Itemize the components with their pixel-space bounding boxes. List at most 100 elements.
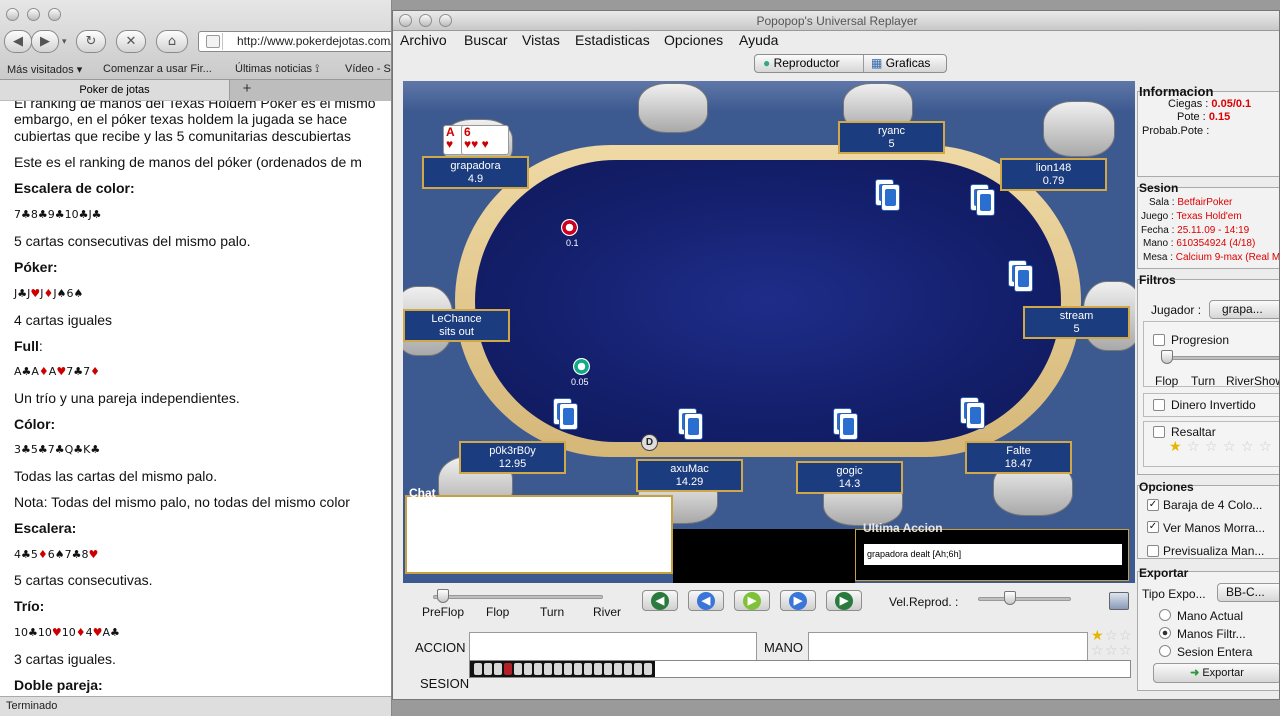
speed-slider-knob[interactable]: [1004, 591, 1016, 605]
session-hand-marker[interactable]: [624, 663, 632, 675]
close-window-button[interactable]: [6, 8, 19, 21]
session-hand-marker[interactable]: [584, 663, 592, 675]
home-icon[interactable]: ⌂: [156, 30, 188, 53]
exportar-button[interactable]: ➜ Exportar: [1153, 663, 1279, 683]
previous-button[interactable]: ◀: [688, 590, 724, 611]
bookmark-video[interactable]: Vídeo - S: [345, 63, 391, 75]
last-hand-button[interactable]: ▶: [826, 590, 862, 611]
seat-lion148[interactable]: lion148 0.79: [1000, 158, 1107, 191]
dinero-checkbox[interactable]: [1153, 399, 1165, 411]
menu-archivo[interactable]: Archivo: [400, 32, 447, 48]
star-icon[interactable]: ☆: [1223, 439, 1236, 455]
menu-ayuda[interactable]: Ayuda: [739, 32, 778, 48]
session-hand-marker[interactable]: [494, 663, 502, 675]
prog-stage-rivershow[interactable]: RiverShow: [1226, 374, 1279, 388]
menu-vistas[interactable]: Vistas: [522, 32, 560, 48]
seat-falte[interactable]: Falte 18.47: [965, 441, 1072, 474]
first-hand-button[interactable]: ◀: [642, 590, 678, 611]
session-hand-marker[interactable]: [554, 663, 562, 675]
menu-estadisticas[interactable]: Estadisticas: [575, 32, 650, 48]
star-icon[interactable]: ☆: [1105, 643, 1118, 659]
star-icon[interactable]: ☆: [1241, 439, 1254, 455]
minimize-window-button[interactable]: [419, 14, 432, 27]
resaltar-checkbox[interactable]: [1153, 426, 1165, 438]
minimize-window-button[interactable]: [27, 8, 40, 21]
session-hand-marker[interactable]: [604, 663, 612, 675]
jugador-select[interactable]: grapa...: [1209, 300, 1279, 319]
back-icon[interactable]: ◀: [4, 30, 32, 53]
session-hand-marker[interactable]: [504, 663, 512, 675]
star-icon[interactable]: ☆: [1119, 628, 1132, 644]
radio-sesion-entera[interactable]: [1159, 645, 1171, 657]
zoom-window-button[interactable]: [439, 14, 452, 27]
star-icon[interactable]: ☆: [1187, 439, 1200, 455]
option-baraja-checkbox[interactable]: ✓: [1147, 499, 1159, 511]
stage-preflop[interactable]: PreFlop: [422, 605, 464, 619]
play-button[interactable]: ▶: [734, 590, 770, 611]
star-icon[interactable]: ★: [1169, 439, 1182, 455]
menu-buscar[interactable]: Buscar: [464, 32, 508, 48]
seat-stream[interactable]: stream 5: [1023, 306, 1130, 339]
session-hand-marker[interactable]: [634, 663, 642, 675]
session-hand-marker[interactable]: [544, 663, 552, 675]
prog-stage-turn[interactable]: Turn: [1191, 374, 1215, 388]
chat-box[interactable]: [405, 495, 673, 574]
bookmark-comenzar[interactable]: Comenzar a usar Fir...: [103, 63, 212, 75]
street-slider-knob[interactable]: [437, 589, 449, 603]
menu-opciones[interactable]: Opciones: [664, 32, 723, 48]
star-icon[interactable]: ☆: [1105, 628, 1118, 644]
star-icon[interactable]: ☆: [1259, 439, 1272, 455]
star-icon[interactable]: ☆: [1205, 439, 1218, 455]
url-input[interactable]: http://www.pokerdejotas.com/: [198, 31, 391, 52]
stop-icon[interactable]: ✕: [116, 30, 146, 53]
session-hand-marker[interactable]: [574, 663, 582, 675]
option-previsualiza-checkbox[interactable]: [1147, 545, 1159, 557]
card-back: [684, 413, 703, 440]
radio-manos-filtradas[interactable]: [1159, 627, 1171, 639]
next-button[interactable]: ▶: [780, 590, 816, 611]
close-window-button[interactable]: [399, 14, 412, 27]
accion-field[interactable]: [469, 632, 757, 661]
session-hand-marker[interactable]: [534, 663, 542, 675]
star-icon[interactable]: ☆: [1091, 643, 1104, 659]
zoom-window-button[interactable]: [48, 8, 61, 21]
session-hand-marker[interactable]: [594, 663, 602, 675]
seat-lechance[interactable]: LeChance sits out: [403, 309, 510, 342]
history-dropdown-icon[interactable]: ▾: [62, 36, 67, 47]
star-icon[interactable]: ★: [1091, 628, 1104, 644]
forward-icon[interactable]: ▶: [31, 30, 59, 53]
bet-amount: 0.1: [566, 238, 579, 248]
session-hand-marker[interactable]: [614, 663, 622, 675]
tab-poker-de-jotas[interactable]: Poker de jotas: [0, 80, 230, 100]
session-hand-marker[interactable]: [484, 663, 492, 675]
session-hand-marker[interactable]: [514, 663, 522, 675]
stage-turn[interactable]: Turn: [540, 605, 564, 619]
prog-stage-flop[interactable]: Flop: [1155, 374, 1178, 388]
session-hand-marker[interactable]: [474, 663, 482, 675]
stage-flop[interactable]: Flop: [486, 605, 509, 619]
session-hand-marker[interactable]: [524, 663, 532, 675]
stage-river[interactable]: River: [593, 605, 621, 619]
star-icon[interactable]: ☆: [1119, 643, 1132, 659]
progresion-slider-knob[interactable]: [1161, 350, 1173, 364]
radio-mano-actual[interactable]: [1159, 609, 1171, 621]
seat-axumac[interactable]: axuMac 14.29: [636, 459, 743, 492]
reload-icon[interactable]: ↻: [76, 30, 106, 53]
tab-reproductor[interactable]: ● Reproductor: [763, 55, 840, 72]
progresion-checkbox[interactable]: [1153, 334, 1165, 346]
seat-gogic[interactable]: gogic 14.3: [796, 461, 903, 494]
seat-grapadora[interactable]: grapadora 4.9: [422, 156, 529, 189]
bookmark-mas-visitados[interactable]: Más visitados ▾: [7, 63, 82, 76]
session-hand-marker[interactable]: [644, 663, 652, 675]
tab-graficas[interactable]: ▦ Graficas: [871, 55, 930, 72]
session-progress-bar[interactable]: [469, 660, 1131, 678]
bookmark-noticias[interactable]: Últimas noticias ⟟: [235, 63, 319, 76]
seat-p0k3rb0y[interactable]: p0k3rB0y 12.95: [459, 441, 566, 474]
new-tab-button[interactable]: +: [236, 80, 258, 100]
session-hand-marker[interactable]: [564, 663, 572, 675]
seat-ryanc[interactable]: ryanc 5: [838, 121, 945, 154]
option-manos-checkbox[interactable]: ✓: [1147, 521, 1159, 533]
save-icon[interactable]: [1109, 592, 1129, 610]
mano-field[interactable]: [808, 632, 1088, 661]
tipo-export-select[interactable]: BB-C...: [1217, 583, 1279, 602]
